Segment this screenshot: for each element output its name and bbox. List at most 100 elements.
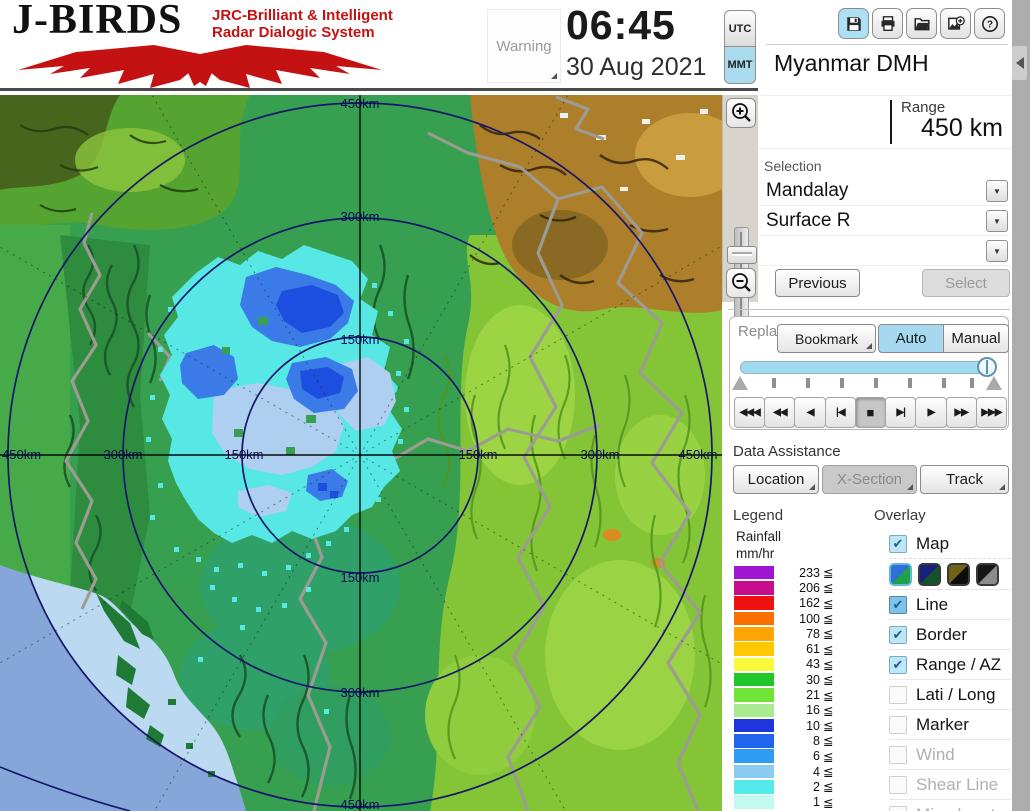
overlay-item-label: Shear Line [916,775,998,795]
overlay-checkbox-map[interactable]: ✔ [889,535,907,553]
fast-forward-button[interactable]: ▶▶ [946,397,977,428]
previous-button[interactable]: Previous [775,269,860,297]
option-dropdown-arrow[interactable]: ▼ [986,240,1008,262]
replay-slider-handle[interactable] [977,357,997,377]
zoom-in-button[interactable] [726,98,756,128]
overlay-checkbox-lati-long[interactable] [889,686,907,704]
style-olive-terrain-button[interactable] [947,563,970,586]
legend-row: 233≦ [734,565,833,580]
location-button[interactable]: Location [733,465,819,494]
overlay-section-label: Overlay [874,507,926,524]
replay-range-start-marker[interactable] [732,376,748,390]
legend-unit-line1: Rainfall [736,528,781,545]
play-button[interactable]: ▶ [915,397,946,428]
playback-controls: ◀◀◀◀◀◀|◀■▶|▶▶▶▶▶▶ [734,397,1006,428]
legend-operator: ≦ [823,565,833,580]
print-button[interactable] [872,8,903,39]
svg-text:?: ? [986,19,992,30]
overlay-row-shear-line[interactable]: Shear Line [889,769,1011,799]
legend-row: 10≦ [734,718,833,733]
zoom-slider-handle[interactable] [727,246,757,264]
overlay-row-border[interactable]: ✔ Border [889,619,1011,649]
legend-operator: ≦ [823,703,833,718]
replay-range-end-marker[interactable] [986,376,1002,390]
svg-text:300km: 300km [340,209,379,224]
overlay-checkbox-wind[interactable] [889,746,907,764]
bookmark-button[interactable]: Bookmark [777,324,876,353]
step-forward-button[interactable]: ▶| [885,397,916,428]
step-back-button[interactable]: |◀ [825,397,856,428]
replay-tick [942,378,946,388]
add-image-button[interactable] [940,8,971,39]
timezone-utc-button[interactable]: UTC [724,10,756,47]
legend-value: 162 [774,596,820,610]
zoom-out-button[interactable] [726,268,756,298]
track-button[interactable]: Track [920,465,1009,494]
manual-mode-button[interactable]: Manual [943,324,1009,353]
x-section-button[interactable]: X-Section [822,465,917,494]
data-assistance-label: Data Assistance [733,443,841,460]
overlay-list: ✔Map✔Line✔Border✔Range / AZLati / LongMa… [889,529,1011,811]
stop-button[interactable]: ■ [855,397,886,428]
legend-row: 30≦ [734,672,833,687]
legend-color-swatch [734,749,774,763]
legend-row: 6≦ [734,749,833,764]
overlay-row-line[interactable]: ✔ Line [889,589,1011,619]
product-dropdown-value: Surface R [766,207,850,234]
legend-row: 206≦ [734,580,833,595]
auto-mode-button[interactable]: Auto [878,324,944,353]
option-dropdown[interactable]: ▼ [760,237,1010,266]
overlay-row-wind[interactable]: Wind [889,739,1011,769]
overlay-row-microburst[interactable]: Microburst [889,799,1011,811]
overlay-checkbox-microburst[interactable] [889,806,907,811]
overlay-item-label: Border [916,625,967,645]
add-image-icon [947,15,965,33]
legend-color-swatch [734,642,774,656]
radar-map[interactable]: 450km 300km 150km 150km 300km 450km 450k… [0,95,722,811]
play-reverse-button[interactable]: ◀ [794,397,825,428]
overlay-row-map[interactable]: ✔Map [889,529,1011,558]
legend-row: 16≦ [734,703,833,718]
style-dark-terrain-button[interactable] [918,563,941,586]
overlay-row-range-az[interactable]: ✔Range / AZ [889,649,1011,679]
toolbar: ? [838,8,1005,39]
product-dropdown[interactable]: Surface R ▼ [760,207,1010,236]
warning-button[interactable]: Warning [487,9,561,83]
timezone-mmt-button[interactable]: MMT [724,47,756,84]
product-dropdown-arrow[interactable]: ▼ [986,210,1008,232]
style-color-terrain-button[interactable] [889,563,912,586]
legend-value: 30 [774,673,820,687]
overlay-checkbox-shear-line[interactable] [889,776,907,794]
legend-value: 21 [774,688,820,702]
overlay-item-label: Line [916,595,948,615]
style-gray-terrain-button[interactable] [976,563,999,586]
open-folder-button[interactable] [906,8,937,39]
site-dropdown[interactable]: Mandalay ▼ [760,177,1010,206]
legend-value: 43 [774,657,820,671]
replay-panel: Replay Bookmark Auto Manual ◀◀◀◀◀◀|◀■▶|▶… [729,316,1009,430]
legend-operator: ≦ [823,672,833,687]
collapse-panel-handle[interactable] [1012,46,1027,80]
fastest-forward-button[interactable]: ▶▶▶ [976,397,1007,428]
legend-value: 6 [774,749,820,763]
fast-rewind-button[interactable]: ◀◀◀ [734,397,765,428]
site-dropdown-arrow[interactable]: ▼ [986,180,1008,202]
overlay-checkbox-border[interactable]: ✔ [889,626,907,644]
help-button[interactable]: ? [974,8,1005,39]
overlay-checkbox-line[interactable]: ✔ [889,596,907,614]
overlay-checkbox-marker[interactable] [889,716,907,734]
save-button[interactable] [838,8,869,39]
overlay-row-lati-long[interactable]: Lati / Long [889,679,1011,709]
legend-color-swatch [734,596,774,610]
replay-slider-track[interactable] [740,361,996,374]
select-button[interactable]: Select [922,269,1010,297]
svg-text:300km: 300km [340,685,379,700]
overlay-checkbox-range-az[interactable]: ✔ [889,656,907,674]
legend-operator: ≦ [823,795,833,810]
clock-date: 30 Aug 2021 [566,53,706,82]
legend-color-swatch [734,688,774,702]
replay-tick [908,378,912,388]
rewind-button[interactable]: ◀◀ [764,397,795,428]
overlay-row-marker[interactable]: Marker [889,709,1011,739]
legend-operator: ≦ [823,779,833,794]
